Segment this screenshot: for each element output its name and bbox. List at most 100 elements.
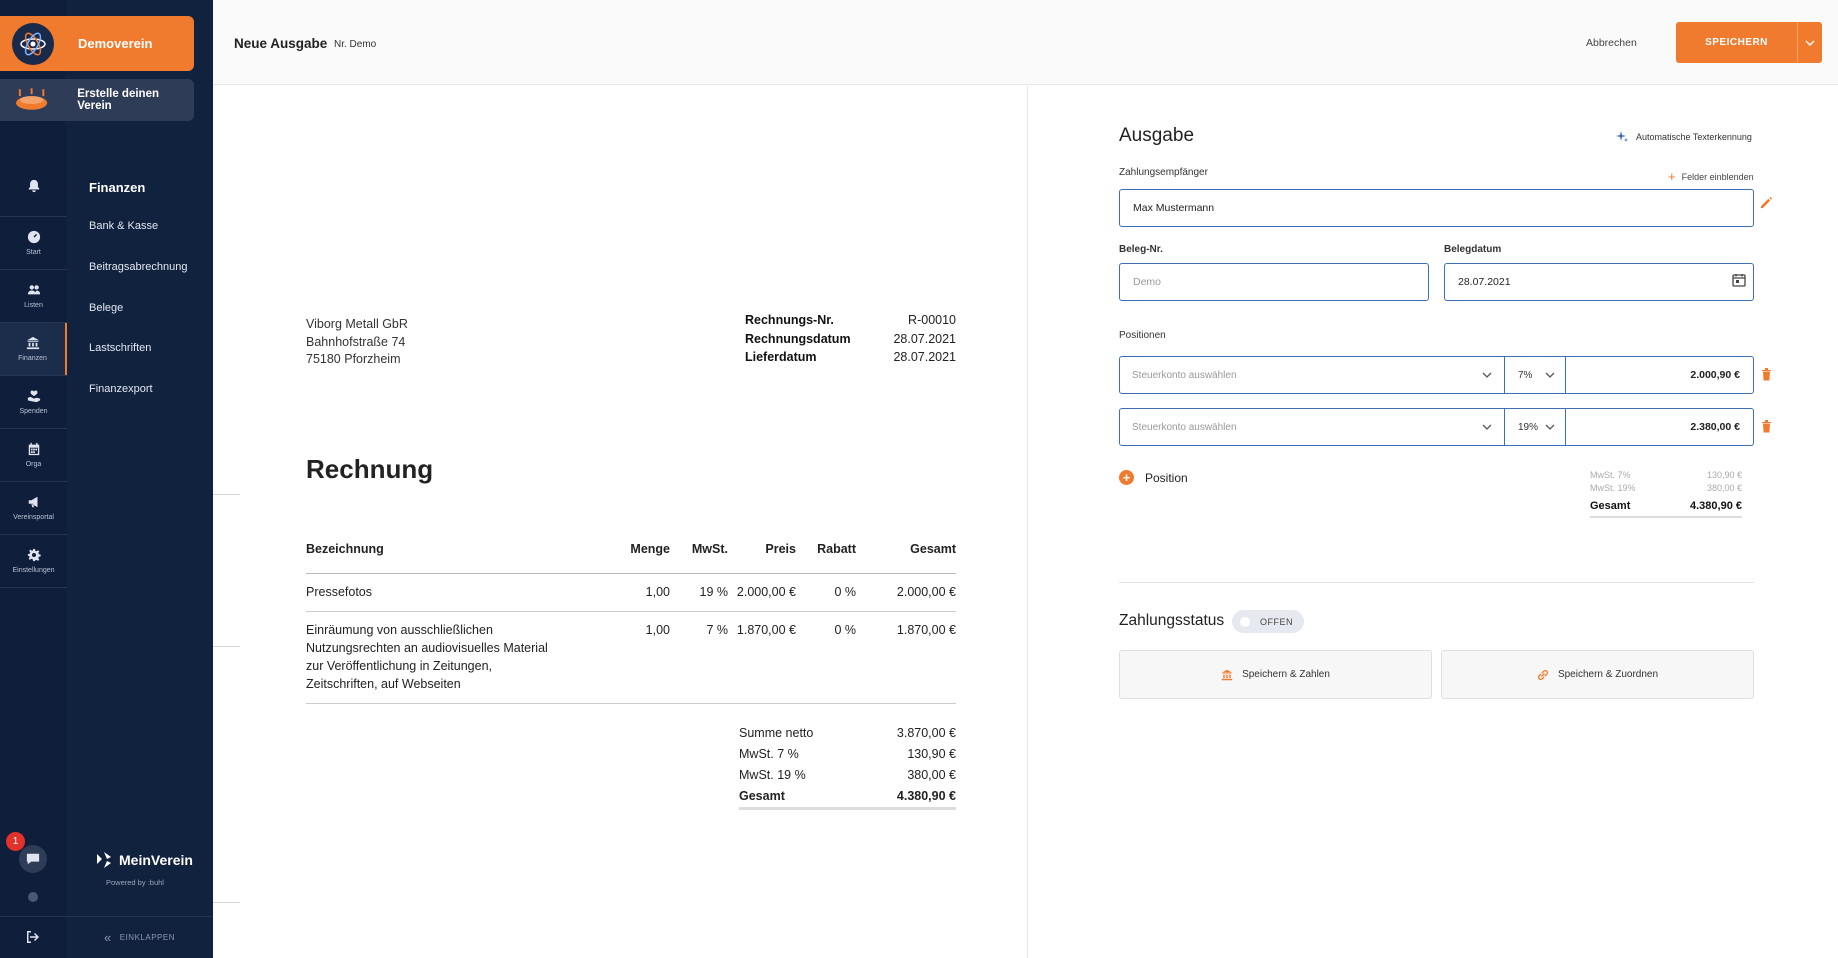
- cell-discount: 0 %: [834, 623, 856, 637]
- save-options-dropdown[interactable]: [1797, 22, 1822, 63]
- collapse-label: EINKLAPPEN: [119, 933, 175, 942]
- show-fields-button[interactable]: + Felder einblenden: [1668, 169, 1754, 184]
- meinverein-logo: MeinVerein: [94, 850, 193, 870]
- cell-description: Einräumung von ausschließlichen Nutzungs…: [306, 623, 548, 691]
- tax-account-select[interactable]: Steuerkonto auswählen: [1120, 357, 1505, 393]
- rail-item-finanzen[interactable]: Finanzen: [0, 323, 67, 375]
- notifications-button[interactable]: [0, 162, 67, 214]
- chevron-down-icon: [1482, 424, 1492, 430]
- page-header: Neue Ausgabe Nr. Demo Abbrechen SPEICHER…: [213, 0, 1838, 85]
- collapse-sidebar-button[interactable]: « EINKLAPPEN: [104, 930, 175, 945]
- chevron-down-icon: [1482, 372, 1492, 378]
- logout-icon[interactable]: [25, 929, 41, 945]
- receipt-date-input[interactable]: 28.07.2021: [1444, 263, 1754, 301]
- total-value: 4.380,90 €: [1690, 500, 1742, 512]
- position-row: Steuerkonto auswählen 7% 2.000,90 €: [1119, 356, 1754, 394]
- tax-account-placeholder: Steuerkonto auswählen: [1132, 369, 1237, 381]
- rail-item-listen[interactable]: Listen: [0, 270, 67, 322]
- subnav-item-belege[interactable]: Belege: [89, 302, 123, 314]
- sum-value: 130,90 €: [907, 747, 956, 761]
- tax-rate-value: 19%: [1518, 421, 1539, 433]
- tax-rate-select[interactable]: 7%: [1505, 357, 1566, 393]
- gear-icon: [27, 548, 41, 562]
- invoice-meta: Rechnungs-Nr. R-00010 Rechnungsdatum 28.07…: [745, 311, 956, 367]
- meta-key: Rechnungsdatum: [745, 331, 851, 346]
- document-preview: [213, 86, 1028, 958]
- sum-label: MwSt. 19 %: [739, 768, 806, 782]
- tax-rate-select[interactable]: 19%: [1505, 409, 1566, 445]
- amount-input[interactable]: 2.380,00 €: [1566, 409, 1753, 445]
- rail-item-label: Orga: [25, 461, 42, 468]
- donation-icon: [27, 390, 40, 403]
- table-row: Pressefotos 1,00 19 % 2.000,00 € 0 % 2.0…: [306, 574, 956, 612]
- sender-line: Viborg Metall GbR: [306, 317, 408, 331]
- meta-key: Rechnungs-Nr.: [745, 313, 834, 327]
- tax-summary-label: MwSt. 19%: [1590, 483, 1636, 493]
- dashboard-icon: [27, 230, 40, 244]
- sum-value: 380,00 €: [907, 768, 956, 782]
- save-button[interactable]: SPEICHERN: [1676, 22, 1797, 63]
- subnav-item-beitragsabrechnung[interactable]: Beitragsabrechnung: [89, 261, 187, 273]
- cell-discount: 0 %: [834, 585, 856, 599]
- sum-label: Summe netto: [739, 726, 814, 740]
- chevron-down-icon: [1545, 424, 1555, 430]
- create-club-button[interactable]: Erstelle deinen Verein: [0, 79, 194, 121]
- megaphone-icon: [28, 496, 37, 508]
- rail-item-spenden[interactable]: Spenden: [0, 376, 67, 428]
- pencil-icon[interactable]: [1760, 196, 1773, 209]
- rail-item-orga[interactable]: Orga: [0, 429, 67, 481]
- rail-item-label: Vereinsportal: [13, 514, 54, 521]
- payment-status-toggle[interactable]: OFFEN: [1232, 610, 1304, 633]
- meta-value: R-00010: [908, 313, 956, 327]
- plus-circle-icon: +: [1119, 470, 1134, 485]
- toggle-knob: [1240, 616, 1250, 627]
- tax-rate-value: 7%: [1518, 369, 1533, 381]
- cell-total: 2.000,00 €: [896, 585, 956, 599]
- ocr-label: Automatische Texterkennung: [1636, 132, 1752, 142]
- meta-value: 28.07.2021: [893, 350, 956, 364]
- table-header: Bezeichnung Menge MwSt. Preis Rabatt Ges…: [306, 542, 956, 574]
- cell-price: 2.000,00 €: [736, 585, 796, 599]
- ocr-button[interactable]: Automatische Texterkennung: [1616, 131, 1752, 143]
- tax-account-select[interactable]: Steuerkonto auswählen: [1120, 409, 1505, 445]
- receipt-no-label: Beleg-Nr.: [1119, 244, 1163, 255]
- payee-input[interactable]: Max Mustermann: [1119, 189, 1754, 227]
- rail-item-einstellungen[interactable]: Einstellungen: [0, 535, 67, 587]
- sum-value: 3.870,00 €: [896, 726, 956, 740]
- table-row: Einräumung von ausschließlichen Nutzungs…: [306, 612, 956, 704]
- rail-item-vereinsportal[interactable]: Vereinsportal: [0, 482, 67, 534]
- column-header: Gesamt: [910, 542, 956, 556]
- info-icon[interactable]: [28, 892, 38, 902]
- payment-status-label: Zahlungsstatus: [1119, 612, 1225, 629]
- amount-input[interactable]: 2.000,90 €: [1566, 357, 1753, 393]
- sparkle-icon: [1616, 131, 1628, 142]
- calendar-icon: [28, 442, 39, 456]
- bank-icon: [1221, 669, 1233, 680]
- trash-icon[interactable]: [1761, 419, 1772, 433]
- subnav-item-lastschriften[interactable]: Lastschriften: [89, 342, 151, 354]
- invoice-table: Bezeichnung Menge MwSt. Preis Rabatt Ges…: [306, 542, 956, 704]
- page-subtitle: Nr. Demo: [334, 39, 377, 50]
- receipt-no-input[interactable]: Demo: [1119, 263, 1429, 301]
- rail-item-start[interactable]: Start: [0, 217, 67, 269]
- trash-icon[interactable]: [1761, 367, 1772, 381]
- payee-label: Zahlungsempfänger: [1119, 167, 1208, 178]
- support-chat-button[interactable]: [19, 845, 47, 873]
- rail-item-label: Einstellungen: [12, 567, 55, 574]
- cancel-button[interactable]: Abbrechen: [1586, 37, 1637, 49]
- save-and-assign-label: Speichern & Zuordnen: [1557, 669, 1659, 680]
- meta-key: Lieferdatum: [745, 350, 817, 364]
- club-switcher[interactable]: Demoverein: [0, 16, 194, 71]
- column-header: Menge: [630, 542, 670, 556]
- add-position-button[interactable]: + Position: [1119, 470, 1188, 485]
- link-icon: [1537, 669, 1548, 680]
- calendar-icon[interactable]: [1732, 273, 1746, 287]
- subnav-item-finanzexport[interactable]: Finanzexport: [89, 383, 153, 395]
- chat-icon: [26, 853, 40, 865]
- positions-label: Positionen: [1119, 330, 1166, 341]
- subnav-item-bank-kasse[interactable]: Bank & Kasse: [89, 220, 158, 232]
- column-header: Bezeichnung: [306, 542, 384, 556]
- save-and-pay-button[interactable]: Speichern & Zahlen: [1119, 650, 1432, 699]
- save-and-assign-button[interactable]: Speichern & Zuordnen: [1441, 650, 1754, 699]
- chevron-down-icon: [1545, 372, 1555, 378]
